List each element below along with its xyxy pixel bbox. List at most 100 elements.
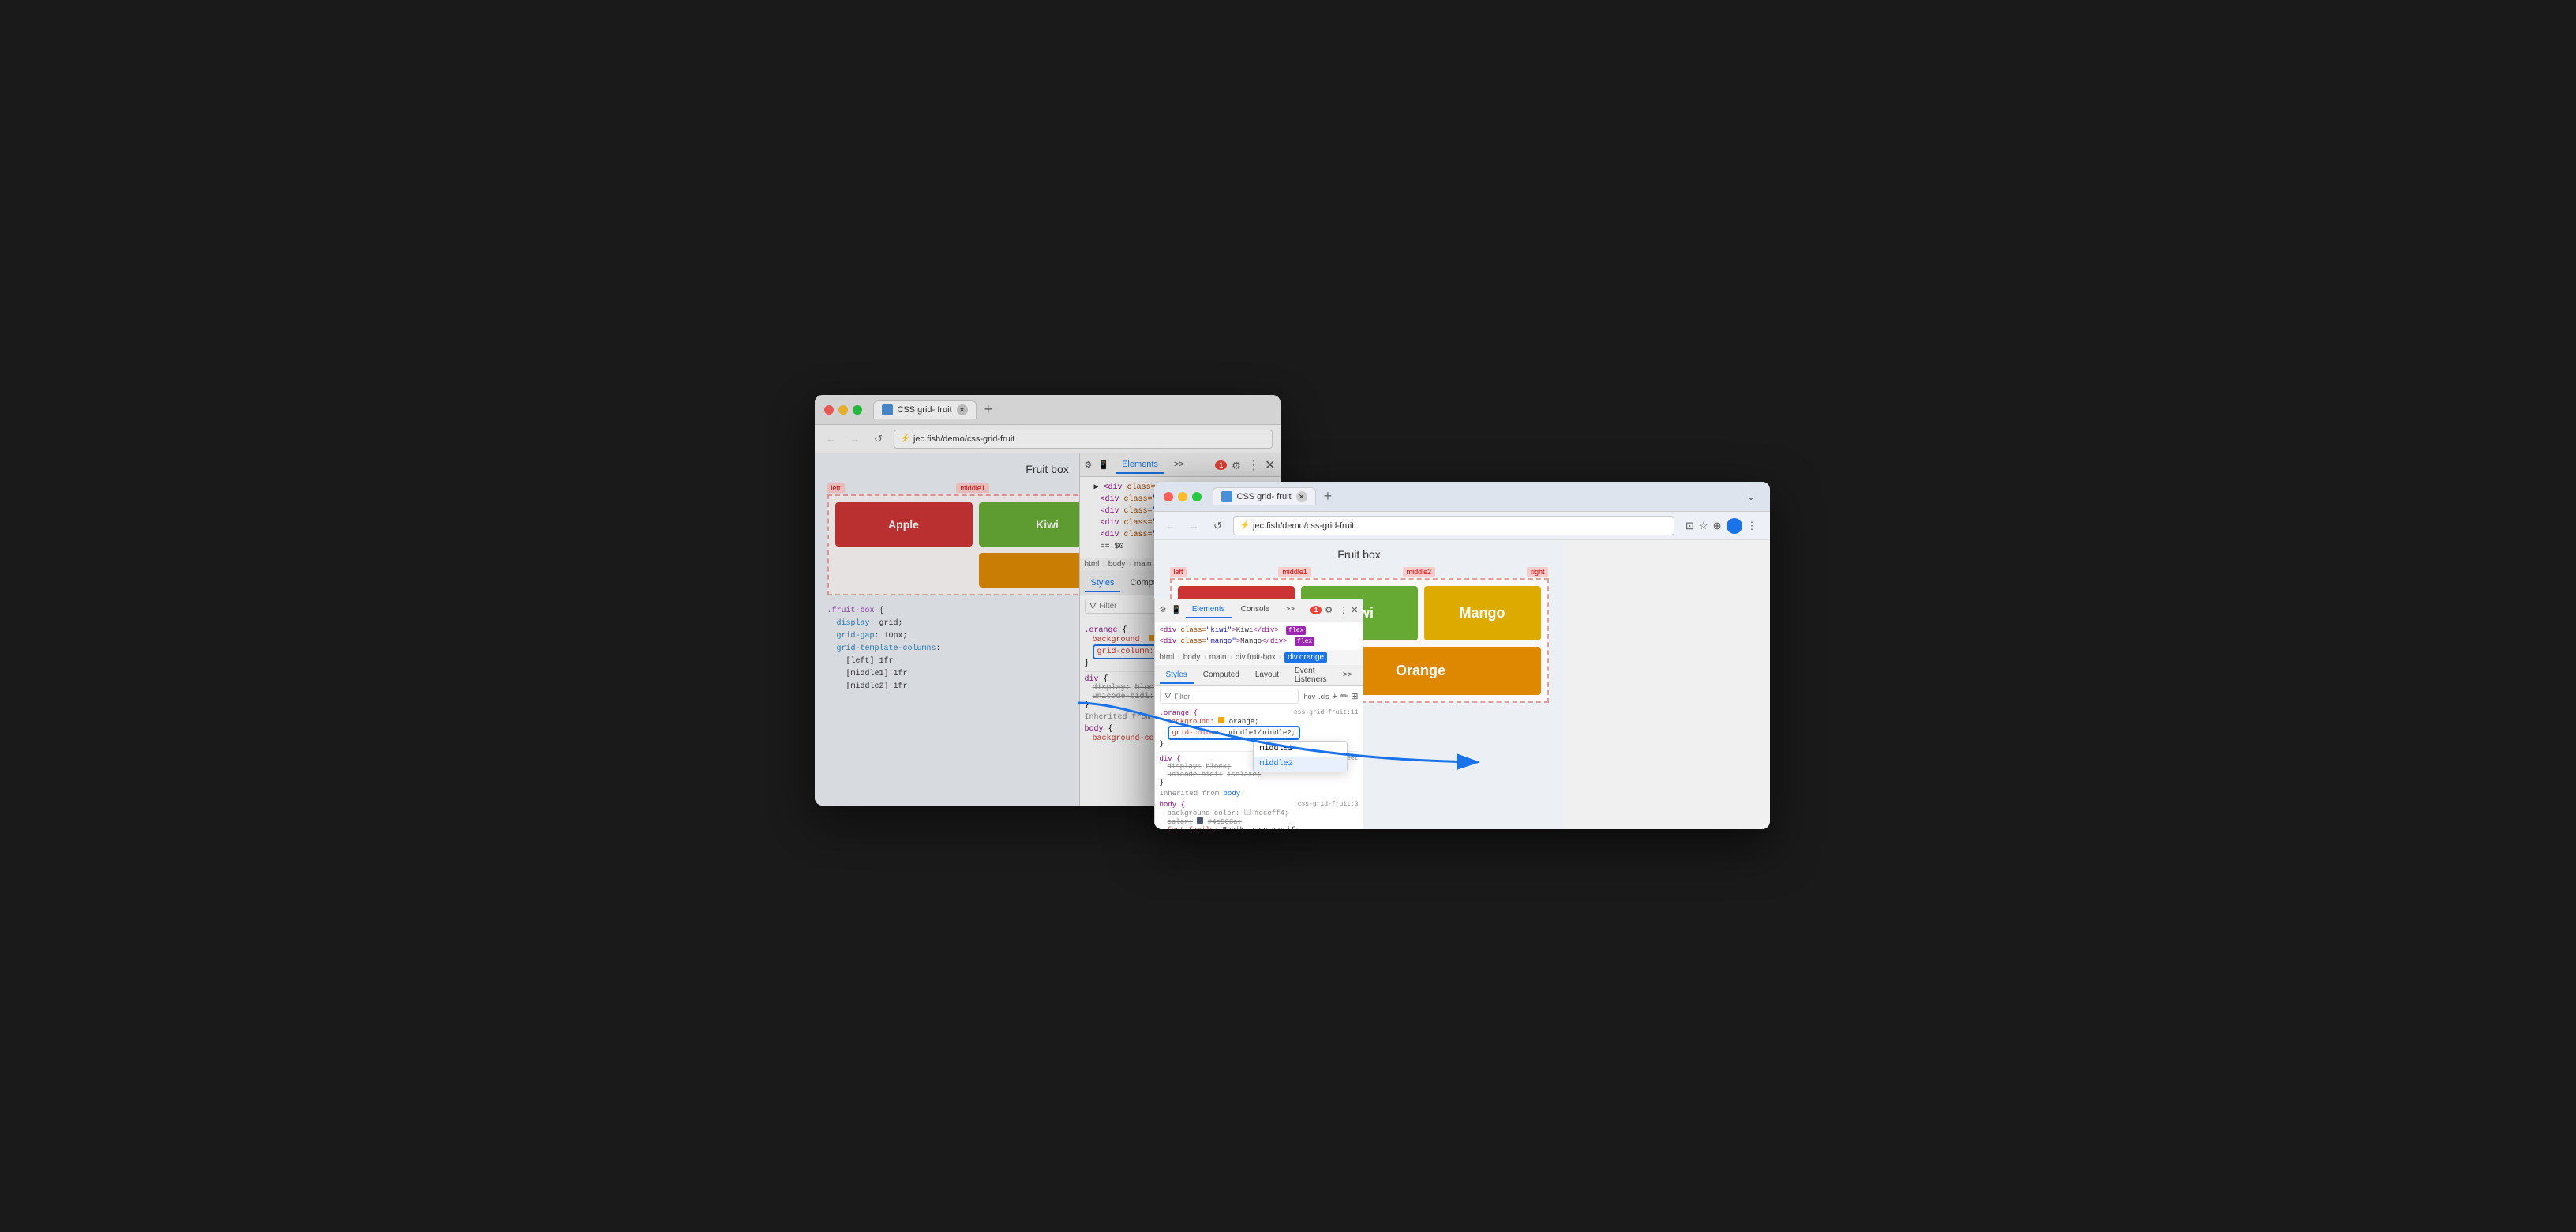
front-filter-input[interactable]	[1174, 693, 1293, 701]
back-minimize-button[interactable]	[838, 405, 848, 415]
back-breadcrumb-html[interactable]: html	[1085, 560, 1100, 569]
back-addressbar: ← → ↺ ⚡ jec.fish/demo/css-grid-fruit	[815, 425, 1281, 453]
front-titlebar: CSS grid- fruit ✕ + ⌄	[1154, 482, 1770, 512]
front-cast-icon[interactable]: ⊡	[1685, 520, 1694, 532]
front-body-rule: body { css-grid-fruit:3 background-color…	[1160, 801, 1359, 829]
front-gear-icon[interactable]: ⚙	[1325, 605, 1336, 616]
front-minimize-button[interactable]	[1178, 492, 1187, 501]
front-tab-close[interactable]: ✕	[1296, 491, 1307, 502]
front-menu-icon[interactable]: ⋮	[1747, 520, 1757, 532]
back-apple-cell: Apple	[835, 502, 973, 547]
front-devtools-device-icon[interactable]: 📱	[1171, 606, 1180, 614]
back-active-tab[interactable]: CSS grid- fruit ✕	[873, 400, 977, 419]
back-error-badge: 1	[1215, 460, 1227, 470]
tab-favicon	[882, 404, 893, 415]
front-lock-icon: ⚡	[1240, 521, 1250, 530]
back-tab-label: CSS grid- fruit	[898, 405, 952, 415]
front-computed-tab[interactable]: Computed	[1197, 667, 1246, 684]
front-devtools: ⚙ 📱 Elements Console >> 1 ⚙ ⋮ ✕ <div cl	[1154, 599, 1363, 829]
back-devtools-more-tab[interactable]: >>	[1168, 456, 1191, 474]
front-nav-back[interactable]: ←	[1162, 517, 1179, 535]
front-html-mango: <div class="mango">Mango</div> flex	[1160, 637, 1359, 648]
front-address-field[interactable]: ⚡ jec.fish/demo/css-grid-fruit	[1233, 516, 1675, 535]
front-url: jec.fish/demo/css-grid-fruit	[1253, 521, 1354, 531]
front-css-file-body: css-grid-fruit:3	[1298, 801, 1359, 809]
back-new-tab-button[interactable]: +	[981, 401, 996, 418]
front-breadcrumb-body[interactable]: body	[1183, 653, 1201, 662]
front-nav-reload[interactable]: ↺	[1209, 517, 1227, 535]
back-tab-close[interactable]: ✕	[957, 404, 968, 415]
back-devtools-menu-icon[interactable]: ⋮	[1247, 457, 1260, 473]
front-view-icon[interactable]: ⊞	[1351, 691, 1358, 701]
front-devtools-menu-icon[interactable]: ⋮	[1339, 605, 1348, 615]
front-devtools-console-tab[interactable]: Console	[1235, 602, 1277, 618]
back-breadcrumb-main[interactable]: main	[1134, 560, 1152, 569]
front-label-right: right	[1527, 567, 1549, 577]
front-html-tree: <div class="kiwi">Kiwi</div> flex <div c…	[1155, 622, 1363, 650]
back-address-field[interactable]: ⚡ jec.fish/demo/css-grid-fruit	[894, 430, 1273, 449]
back-devtools-close-icon[interactable]: ✕	[1265, 457, 1275, 473]
front-styles-tab[interactable]: Styles	[1160, 667, 1194, 684]
back-gear-icon[interactable]: ⚙	[1232, 460, 1243, 471]
front-main-content: Fruit box left middle1 middle2 right App…	[1154, 540, 1770, 829]
front-tab-label: CSS grid- fruit	[1237, 492, 1292, 501]
front-breadcrumb-main[interactable]: main	[1209, 653, 1227, 662]
front-devtools-tabs: ⚙ 📱 Elements Console >> 1 ⚙ ⋮ ✕	[1155, 599, 1363, 622]
back-styles-tab[interactable]: Styles	[1085, 575, 1121, 592]
back-devtools-elements-tab[interactable]: Elements	[1116, 456, 1164, 474]
front-traffic-lights	[1164, 492, 1202, 501]
front-dropdown-icon[interactable]: ⌄	[1747, 490, 1756, 503]
front-profile-icon[interactable]	[1727, 518, 1742, 534]
front-filter-row: ▽ :hov .cls + ✏ ⊞	[1155, 686, 1363, 706]
back-filter-funnel-icon: ▽	[1090, 602, 1097, 610]
back-nav-back[interactable]: ←	[823, 430, 840, 448]
back-devtools-device-icon[interactable]: 📱	[1098, 460, 1109, 470]
front-devtools-more-tab[interactable]: >>	[1279, 602, 1301, 618]
front-devtools-inspect-icon[interactable]: ⚙	[1160, 606, 1167, 614]
front-inherited-label: Inherited from body	[1160, 790, 1359, 798]
front-edit-icon[interactable]: ✏	[1340, 691, 1348, 701]
front-new-tab-button[interactable]: +	[1321, 488, 1336, 505]
front-label-middle1: middle1	[1278, 567, 1311, 577]
front-devtools-close-icon[interactable]: ✕	[1351, 605, 1358, 615]
front-autocomplete-middle2[interactable]: middle2	[1254, 757, 1347, 772]
front-extensions-icon[interactable]: ⊕	[1713, 520, 1722, 532]
front-grid-labels: left middle1 middle2 right	[1170, 567, 1549, 577]
front-autocomplete-dropdown[interactable]: middle1 middle2	[1253, 741, 1348, 772]
front-maximize-button[interactable]	[1192, 492, 1202, 501]
back-tab-bar: CSS grid- fruit ✕ +	[873, 400, 1271, 419]
back-maximize-button[interactable]	[853, 405, 862, 415]
front-fruit-box-title: Fruit box	[1170, 548, 1549, 561]
front-kiwi-flex-badge: flex	[1286, 626, 1306, 635]
back-close-button[interactable]	[824, 405, 834, 415]
front-addressbar: ← → ↺ ⚡ jec.fish/demo/css-grid-fruit ⊡ ☆…	[1154, 512, 1770, 540]
front-autocomplete-middle1[interactable]: middle1	[1254, 742, 1347, 757]
front-active-tab[interactable]: CSS grid- fruit ✕	[1213, 487, 1316, 505]
front-layout-tab[interactable]: Layout	[1249, 667, 1285, 684]
front-tab-bar: CSS grid- fruit ✕ +	[1213, 487, 1741, 505]
front-label-left: left	[1170, 567, 1187, 577]
front-grid-column-highlighted[interactable]: grid-column: middle1/middle2;	[1160, 726, 1359, 740]
front-styles-tabs: Styles Computed Layout Event Listeners >…	[1155, 666, 1363, 686]
front-nav-forward[interactable]: →	[1186, 517, 1203, 535]
back-devtools-inspect-icon[interactable]: ⚙	[1085, 460, 1093, 470]
front-browser-window: CSS grid- fruit ✕ + ⌄ ← → ↺ ⚡ jec.fish/d…	[1154, 482, 1770, 829]
back-devtools-tabs: ⚙ 📱 Elements >> 1 ⚙ ⋮ ✕	[1080, 453, 1281, 477]
front-hov-label[interactable]: :hov	[1302, 693, 1315, 701]
back-traffic-lights	[824, 405, 862, 415]
front-breadcrumb-html[interactable]: html	[1160, 653, 1175, 662]
front-bookmark-icon[interactable]: ☆	[1699, 520, 1708, 532]
back-nav-forward[interactable]: →	[846, 430, 864, 448]
front-close-button[interactable]	[1164, 492, 1173, 501]
front-more-styles-tab[interactable]: >>	[1337, 667, 1359, 684]
front-devtools-elements-tab[interactable]: Elements	[1186, 602, 1232, 618]
front-label-middle2: middle2	[1403, 567, 1436, 577]
front-breadcrumb-orange[interactable]: div.orange	[1284, 652, 1327, 663]
front-cls-label[interactable]: .cls	[1318, 693, 1329, 701]
back-nav-reload[interactable]: ↺	[870, 430, 887, 448]
back-breadcrumb-body[interactable]: body	[1108, 560, 1126, 569]
front-filter-funnel-icon: ▽	[1165, 692, 1172, 701]
front-breadcrumb-fruit-box[interactable]: div.fruit-box	[1236, 653, 1276, 662]
front-event-listeners-tab[interactable]: Event Listeners	[1288, 663, 1333, 689]
front-plus-icon[interactable]: +	[1333, 692, 1337, 701]
